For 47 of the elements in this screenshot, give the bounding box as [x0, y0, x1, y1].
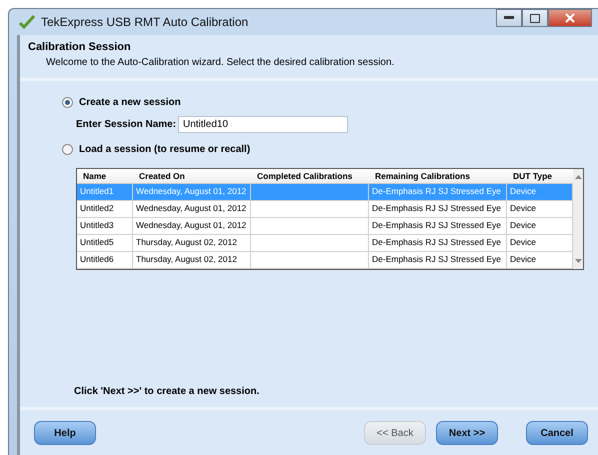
minimize-icon — [504, 16, 514, 20]
close-button[interactable] — [548, 9, 592, 27]
table-cell: Thursday, August 02, 2012 — [133, 235, 251, 251]
column-header[interactable]: DUT Type — [507, 169, 573, 183]
table-cell: Untitled5 — [77, 235, 133, 251]
header-subtitle: Welcome to the Auto-Calibration wizard. Select the desired calibration session. — [46, 57, 396, 68]
wizard-button[interactable]: Help — [34, 421, 96, 445]
table-row[interactable]: Untitled3 Wednesday, August 01, 2012 De-Emphasis RJ SJ Stressed Eye Device — [77, 218, 573, 235]
session-name-field[interactable]: Untitled10 — [178, 116, 348, 133]
table-cell: Wednesday, August 01, 2012 — [133, 184, 251, 200]
table-cell: Untitled1 — [77, 184, 133, 200]
table-cell: De-Emphasis RJ SJ Stressed Eye — [369, 201, 507, 217]
checkmark-icon — [19, 15, 35, 29]
table-cell: Thursday, August 02, 2012 — [133, 252, 251, 268]
option-label[interactable]: Create a new session — [79, 97, 181, 108]
field-label: Enter Session Name: — [76, 119, 178, 130]
hint-text: Click 'Next >>' to create a new session. — [74, 386, 260, 397]
column-header[interactable]: Remaining Calibrations — [369, 169, 507, 183]
minimize-button[interactable] — [496, 9, 522, 27]
table-cell: Wednesday, August 01, 2012 — [133, 218, 251, 234]
table-cell: Wednesday, August 01, 2012 — [133, 201, 251, 217]
column-header[interactable]: Created On — [133, 169, 251, 183]
table-cell: De-Emphasis RJ SJ Stressed Eye — [369, 235, 507, 251]
scroll-down-icon — [574, 259, 582, 263]
radio-button[interactable] — [62, 97, 73, 108]
wizard-button[interactable]: Cancel — [526, 421, 588, 445]
window-title: TekExpress USB RMT Auto Calibration — [41, 15, 248, 29]
scroll-up-icon — [574, 175, 582, 179]
table-cell: Untitled6 — [77, 252, 133, 268]
table-cell: Untitled2 — [77, 201, 133, 217]
scrollbar[interactable] — [573, 169, 583, 269]
table-cell: Untitled3 — [77, 218, 133, 234]
table-row[interactable]: Untitled5 Thursday, August 02, 2012 De-Emphasis RJ SJ Stressed Eye Device — [77, 235, 573, 252]
table-cell: De-Emphasis RJ SJ Stressed Eye — [369, 218, 507, 234]
table-cell: De-Emphasis RJ SJ Stressed Eye — [369, 252, 507, 268]
header-title: Calibration Session — [28, 41, 132, 53]
table-row[interactable]: Untitled2 Wednesday, August 01, 2012 De-Emphasis RJ SJ Stressed Eye Device — [77, 201, 573, 218]
table-row[interactable]: Untitled6 Thursday, August 02, 2012 De-Emphasis RJ SJ Stressed Eye Device — [77, 252, 573, 269]
radio-button[interactable] — [62, 144, 73, 155]
close-icon — [565, 13, 575, 23]
table-cell: De-Emphasis RJ SJ Stressed Eye — [369, 184, 507, 200]
maximize-button[interactable] — [522, 9, 548, 27]
maximize-icon — [530, 14, 540, 22]
column-header[interactable]: Name — [77, 169, 133, 183]
column-header[interactable]: Completed Calibrations — [251, 169, 369, 183]
wizard-button[interactable]: Next >> — [436, 421, 498, 445]
option-label[interactable]: Load a session (to resume or recall) — [79, 144, 250, 155]
